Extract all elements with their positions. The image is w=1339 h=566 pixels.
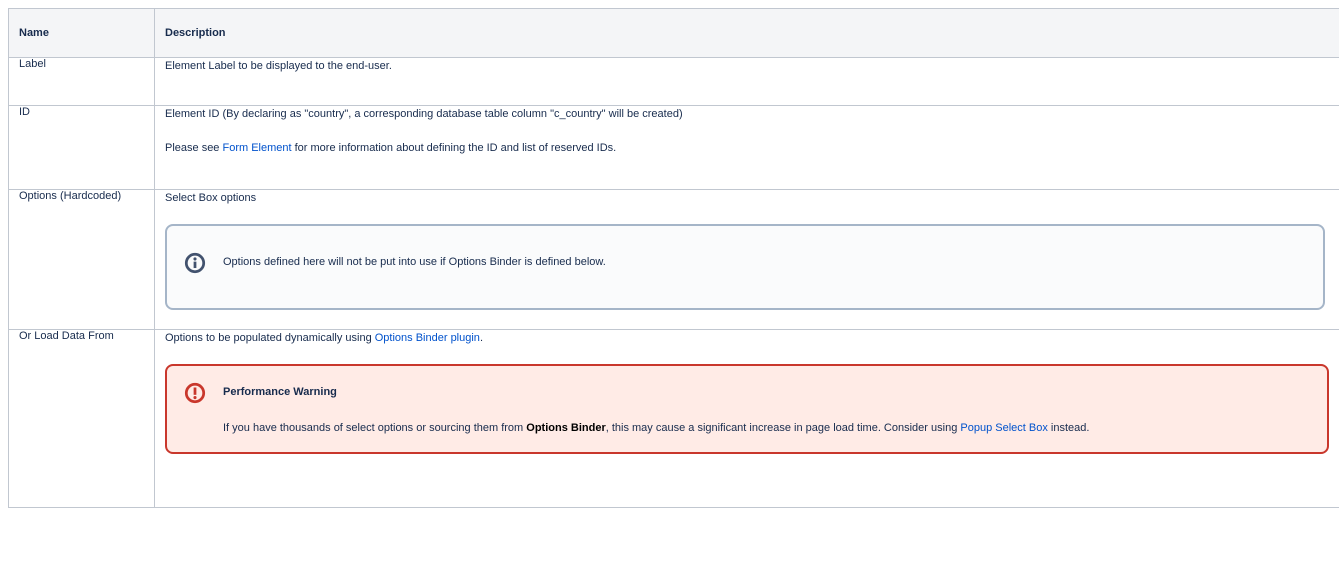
info-panel-text: Options defined here will not be put int… bbox=[223, 256, 606, 268]
row-name-id: ID bbox=[8, 105, 155, 190]
description-text: Element ID (By declaring as "country", a… bbox=[165, 108, 683, 120]
table-row: Options (Hardcoded) Select Box options O… bbox=[8, 189, 1339, 330]
info-icon bbox=[184, 252, 206, 274]
description-text: Element Label to be displayed to the end… bbox=[165, 60, 392, 72]
form-element-link[interactable]: Form Element bbox=[222, 142, 291, 154]
description-text-post: for more information about defining the … bbox=[291, 142, 617, 154]
warning-text-pre: If you have thousands of select options … bbox=[223, 422, 527, 434]
properties-table: Name Description Label Element Label to … bbox=[8, 8, 1339, 508]
description-text: Options to be populated dynamically usin… bbox=[165, 330, 1329, 346]
table-row: Or Load Data From Options to be populate… bbox=[8, 329, 1339, 508]
warning-text: If you have thousands of select options … bbox=[223, 420, 1089, 436]
row-description-load-data: Options to be populated dynamically usin… bbox=[154, 329, 1339, 508]
popup-select-box-link[interactable]: Popup Select Box bbox=[960, 422, 1047, 434]
table-row: ID Element ID (By declaring as "country"… bbox=[8, 105, 1339, 190]
options-binder-plugin-link[interactable]: Options Binder plugin bbox=[375, 332, 480, 344]
warning-icon bbox=[184, 382, 206, 404]
warning-text-bold: Options Binder bbox=[526, 422, 606, 434]
row-name-load-data: Or Load Data From bbox=[8, 329, 155, 508]
row-description-id: Element ID (By declaring as "country", a… bbox=[154, 105, 1339, 190]
page: Name Description Label Element Label to … bbox=[0, 0, 1339, 566]
warning-title: Performance Warning bbox=[223, 386, 337, 398]
description-text-pre: Options to be populated dynamically usin… bbox=[165, 332, 375, 344]
row-description-options: Select Box options Options defined here … bbox=[154, 189, 1339, 330]
row-name-options: Options (Hardcoded) bbox=[8, 189, 155, 330]
description-text-pre: Please see bbox=[165, 142, 223, 154]
row-name-label: Label bbox=[8, 57, 155, 106]
description-text: Please see Form Element for more informa… bbox=[165, 140, 1329, 156]
description-text: Select Box options bbox=[165, 192, 257, 204]
warning-panel: Performance Warning If you have thousand… bbox=[165, 364, 1329, 454]
description-text-post: . bbox=[479, 332, 483, 344]
table-row: Label Element Label to be displayed to t… bbox=[8, 57, 1339, 106]
column-header-name: Name bbox=[8, 8, 155, 58]
row-description-label: Element Label to be displayed to the end… bbox=[154, 57, 1339, 106]
info-panel: Options defined here will not be put int… bbox=[165, 224, 1325, 310]
column-header-description: Description bbox=[154, 8, 1339, 58]
warning-text-mid: , this may cause a significant increase … bbox=[605, 422, 961, 434]
warning-text-post: instead. bbox=[1047, 422, 1090, 434]
table-header-row: Name Description bbox=[8, 8, 1339, 58]
